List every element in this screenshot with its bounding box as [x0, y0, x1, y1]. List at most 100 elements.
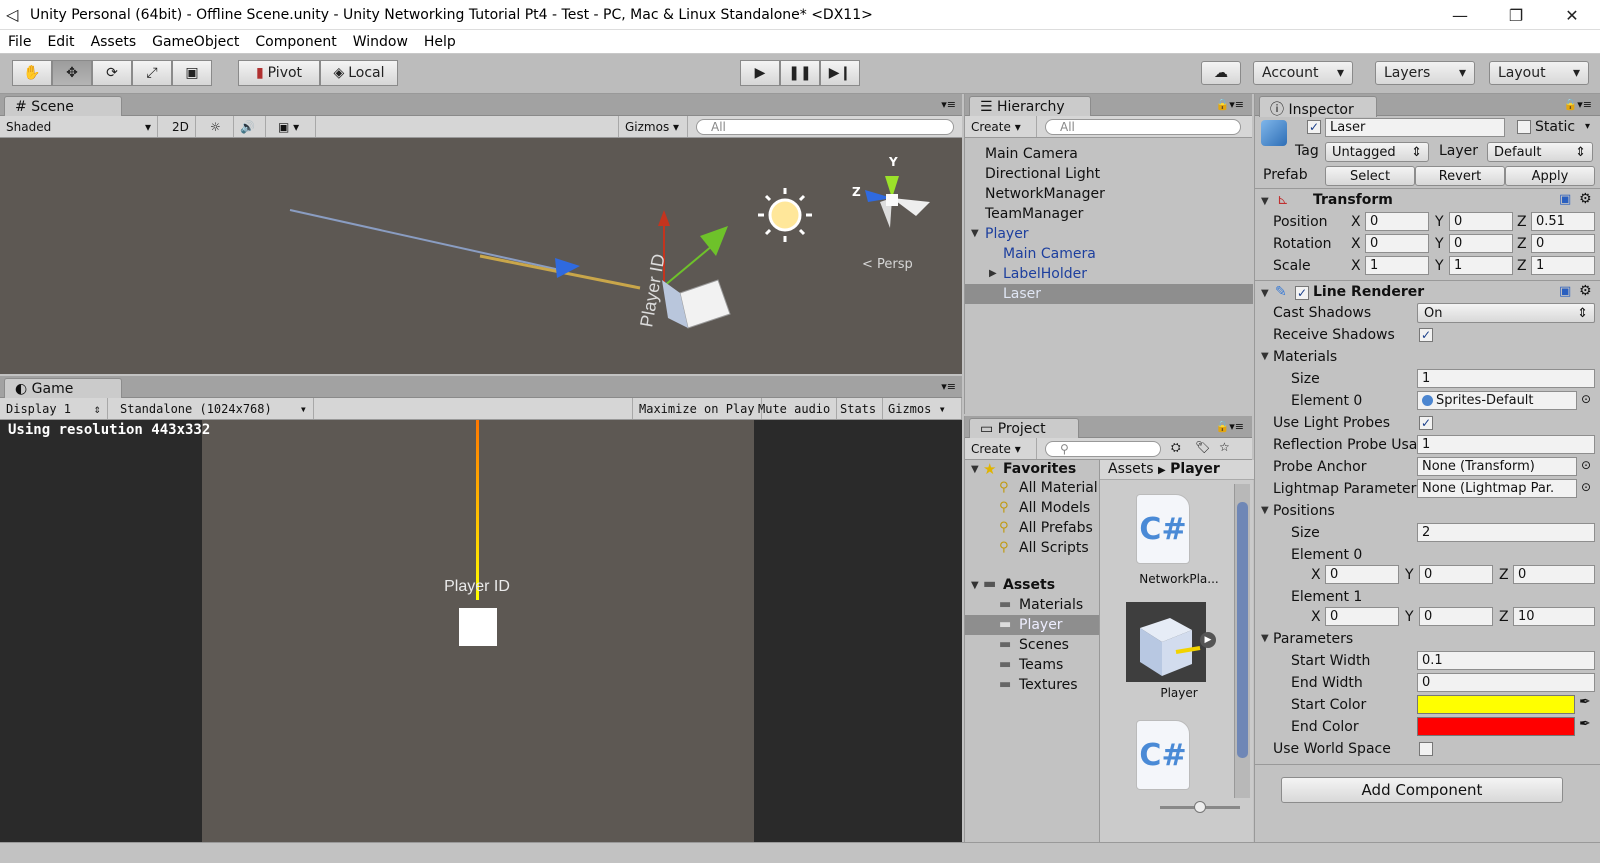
end-width-field[interactable]: 0	[1417, 673, 1595, 692]
account-dropdown[interactable]: Account ▾	[1253, 61, 1353, 85]
rotate-tool-button[interactable]: ⟳	[92, 60, 132, 86]
line-renderer-enabled-checkbox[interactable]: ✓	[1295, 286, 1309, 300]
scale-z-field[interactable]: 1	[1531, 256, 1595, 275]
hierarchy-item-player[interactable]: Player	[985, 226, 1029, 242]
menu-file[interactable]: File	[0, 34, 39, 50]
lock-icon[interactable]: 🔒▾≡	[1216, 420, 1244, 433]
local-toggle[interactable]: ◈ Local	[320, 60, 398, 86]
help-book-icon[interactable]: ▣	[1559, 192, 1571, 207]
maximize-on-play-toggle[interactable]: Maximize on Play	[632, 398, 762, 419]
resolution-dropdown[interactable]: Standalone (1024x768) ▾	[114, 398, 314, 419]
position-x-field[interactable]: 0	[1365, 212, 1429, 231]
tab-hierarchy[interactable]: ☰ Hierarchy	[969, 96, 1091, 117]
stats-toggle[interactable]: Stats	[834, 398, 884, 419]
scale-x-field[interactable]: 1	[1365, 256, 1429, 275]
element0-x-field[interactable]: 0	[1325, 565, 1399, 584]
receive-shadows-checkbox[interactable]: ✓	[1419, 328, 1433, 342]
position-z-field[interactable]: 0.51	[1531, 212, 1595, 231]
positions-fold-icon[interactable]: ▼	[1261, 505, 1269, 516]
project-create-dropdown[interactable]: Create ▾	[965, 438, 1037, 459]
line-renderer-header[interactable]: Line Renderer	[1313, 284, 1424, 300]
favorite-all-prefabs[interactable]: All Prefabs	[1019, 520, 1093, 536]
rotation-z-field[interactable]: 0	[1531, 234, 1595, 253]
effects-dropdown[interactable]: ▣ ▾	[272, 116, 316, 137]
pause-button[interactable]: ❚❚	[780, 60, 820, 86]
rotation-y-field[interactable]: 0	[1449, 234, 1513, 253]
active-checkbox[interactable]: ✓	[1307, 120, 1321, 134]
prefab-select-button[interactable]: Select	[1325, 166, 1415, 186]
expand-arrow-icon[interactable]: ▼	[971, 464, 979, 475]
probe-anchor-field[interactable]: None (Transform)	[1417, 457, 1577, 476]
position-y-field[interactable]: 0	[1449, 212, 1513, 231]
close-button[interactable]: ✕	[1544, 0, 1600, 30]
hierarchy-item-player-camera[interactable]: Main Camera	[1003, 246, 1096, 262]
lock-icon[interactable]: 🔒▾≡	[1564, 98, 1592, 111]
prefab-revert-button[interactable]: Revert	[1415, 166, 1505, 186]
use-light-probes-checkbox[interactable]: ✓	[1419, 416, 1433, 430]
scene-search-input[interactable]: All	[696, 119, 954, 135]
reflection-probe-field[interactable]: 1	[1417, 435, 1595, 454]
parameters-label[interactable]: Parameters	[1273, 631, 1353, 647]
end-color-swatch[interactable]	[1417, 717, 1575, 736]
hierarchy-search-input[interactable]: All	[1045, 119, 1241, 135]
hierarchy-item-network-manager[interactable]: NetworkManager	[985, 186, 1105, 202]
scale-y-field[interactable]: 1	[1449, 256, 1513, 275]
start-width-field[interactable]: 0.1	[1417, 651, 1595, 670]
minimize-button[interactable]: —	[1432, 0, 1488, 30]
materials-label[interactable]: Materials	[1273, 349, 1337, 365]
assets-header[interactable]: Assets	[1003, 577, 1055, 593]
panel-menu-icon[interactable]: ▾≡	[941, 380, 956, 393]
scene-viewport[interactable]: Player ID Y Z < Persp	[0, 138, 962, 374]
filter-label-icon[interactable]: 🏷	[1195, 440, 1210, 454]
positions-size-field[interactable]: 2	[1417, 523, 1595, 542]
persp-label[interactable]: < Persp	[862, 257, 913, 272]
eyedropper-icon[interactable]: ✒	[1579, 716, 1591, 732]
directional-light-icon[interactable]	[768, 198, 802, 232]
line-renderer-fold-icon[interactable]: ▼	[1261, 288, 1269, 299]
object-picker-icon[interactable]: ⊙	[1581, 392, 1591, 406]
project-scrollbar[interactable]	[1234, 484, 1250, 798]
collapse-arrow-icon[interactable]: ▶	[989, 268, 997, 279]
hierarchy-item-label-holder[interactable]: LabelHolder	[1003, 266, 1087, 282]
scrollbar-thumb[interactable]	[1237, 502, 1248, 758]
prefab-apply-button[interactable]: Apply	[1505, 166, 1595, 186]
display-dropdown[interactable]: Display 1 ⇕	[0, 398, 108, 419]
gear-icon[interactable]: ⚙	[1579, 283, 1592, 299]
shading-dropdown[interactable]: Shaded ▾	[0, 116, 158, 137]
pivot-toggle[interactable]: ▮ Pivot	[238, 60, 320, 86]
favorite-all-materials[interactable]: All Material	[1019, 480, 1098, 496]
play-button[interactable]: ▶	[740, 60, 780, 86]
positions-label[interactable]: Positions	[1273, 503, 1335, 519]
hierarchy-item-team-manager[interactable]: TeamManager	[985, 206, 1083, 222]
start-color-swatch[interactable]	[1417, 695, 1575, 714]
transform-fold-icon[interactable]: ▼	[1261, 196, 1269, 207]
csharp-script-icon[interactable]: C#	[1136, 720, 1190, 790]
scale-tool-button[interactable]: ⤢	[132, 60, 172, 86]
tab-inspector[interactable]: ⓘ Inspector	[1259, 96, 1377, 118]
menu-edit[interactable]: Edit	[39, 34, 82, 50]
scene-gizmos-dropdown[interactable]: Gizmos ▾	[618, 116, 688, 137]
breadcrumb-player[interactable]: Player	[1170, 461, 1220, 477]
tab-game[interactable]: ◐ Game	[4, 378, 122, 399]
layout-dropdown[interactable]: Layout ▾	[1489, 61, 1589, 85]
element0-y-field[interactable]: 0	[1419, 565, 1493, 584]
materials-size-field[interactable]: 1	[1417, 369, 1595, 388]
file-player-prefab[interactable]: Player	[1114, 686, 1244, 700]
menu-window[interactable]: Window	[345, 34, 416, 50]
folder-textures[interactable]: Textures	[1019, 677, 1078, 693]
project-search-input[interactable]: ⚲	[1045, 441, 1161, 457]
add-component-button[interactable]: Add Component	[1281, 777, 1563, 803]
maximize-button[interactable]: ❐	[1488, 0, 1544, 30]
menu-assets[interactable]: Assets	[83, 34, 145, 50]
tag-dropdown[interactable]: Untagged ⇕	[1325, 142, 1429, 162]
static-checkbox[interactable]	[1517, 120, 1531, 134]
transform-header[interactable]: Transform	[1313, 192, 1393, 208]
favorites-header[interactable]: Favorites	[1003, 461, 1076, 477]
use-world-space-checkbox[interactable]	[1419, 742, 1433, 756]
expand-arrow-icon[interactable]: ▼	[971, 580, 979, 591]
cloud-button[interactable]: ☁	[1201, 61, 1241, 85]
tab-scene[interactable]: # Scene	[4, 96, 122, 117]
game-gizmos-dropdown[interactable]: Gizmos ▾	[882, 398, 962, 419]
star-filter-icon[interactable]: ☆	[1219, 440, 1230, 454]
lighting-toggle[interactable]: ☼	[204, 116, 234, 137]
